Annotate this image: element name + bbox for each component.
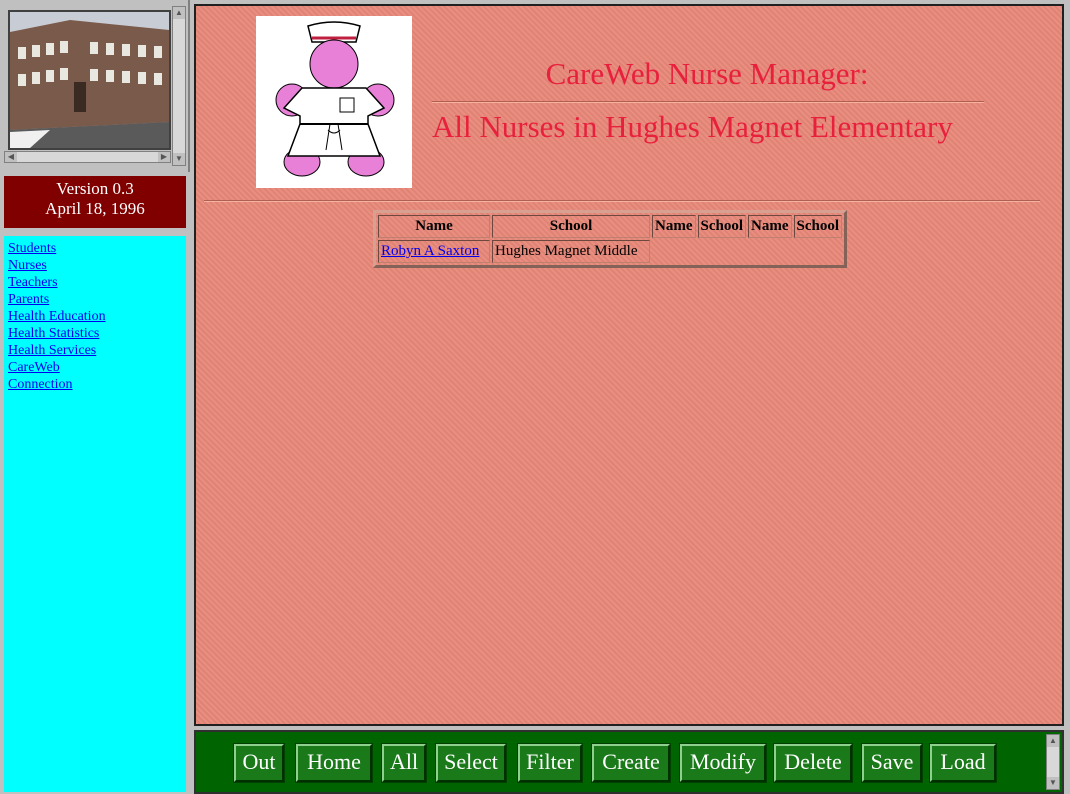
title-divider	[432, 101, 984, 103]
column-header-school-2: School	[697, 215, 747, 238]
all-button[interactable]: All	[381, 743, 427, 783]
nurse-name-cell: Robyn A Saxton	[378, 240, 490, 263]
filter-button[interactable]: Filter	[517, 743, 583, 783]
column-header-school: School	[492, 215, 650, 238]
load-button[interactable]: Load	[929, 743, 997, 783]
nav-link-teachers[interactable]: Teachers	[8, 274, 182, 291]
navigation-frame: Students Nurses Teachers Parents Health …	[4, 236, 186, 792]
out-button[interactable]: Out	[233, 743, 285, 783]
photo-vertical-scrollbar[interactable]: ▲ ▼	[172, 6, 186, 166]
nav-link-connection[interactable]: Connection	[8, 376, 182, 393]
nav-link-health-services[interactable]: Health Services	[8, 342, 182, 359]
photo-frame: ▲ ▼ ◀ ▶	[0, 0, 190, 172]
school-building-icon	[10, 12, 169, 148]
page-subtitle: All Nurses in Hughes Magnet Elementary	[432, 109, 953, 144]
nurse-figure-icon	[275, 21, 395, 177]
toolbar-frame: Out Home All Select Filter Create Modify…	[194, 730, 1064, 794]
table-row: Robyn A Saxton Hughes Magnet Middle	[378, 240, 842, 263]
save-button[interactable]: Save	[861, 743, 923, 783]
empty-cell	[748, 240, 792, 263]
column-header-name-2: Name	[652, 215, 696, 238]
scroll-up-arrow-icon[interactable]: ▲	[1047, 735, 1059, 747]
nav-link-students[interactable]: Students	[8, 240, 182, 257]
column-header-school-3: School	[793, 215, 843, 238]
scroll-left-arrow-icon[interactable]: ◀	[5, 152, 17, 162]
version-frame: Version 0.3 April 18, 1996	[4, 176, 186, 228]
horizontal-rule	[204, 200, 1040, 202]
version-date: April 18, 1996	[45, 199, 145, 218]
column-header-name: Name	[378, 215, 490, 238]
scroll-up-arrow-icon[interactable]: ▲	[173, 7, 185, 19]
scroll-right-arrow-icon[interactable]: ▶	[158, 152, 170, 162]
page-title: CareWeb Nurse Manager:	[545, 56, 869, 91]
nav-link-parents[interactable]: Parents	[8, 291, 182, 308]
nav-link-careweb[interactable]: CareWeb	[8, 359, 182, 376]
nurse-name-link[interactable]: Robyn A Saxton	[381, 243, 479, 259]
table-header-row: Name School Name School Name School	[378, 215, 843, 238]
nurse-school-cell: Hughes Magnet Middle	[492, 240, 650, 263]
modify-button[interactable]: Modify	[679, 743, 767, 783]
empty-cell	[794, 240, 843, 263]
nav-link-nurses[interactable]: Nurses	[8, 257, 182, 274]
empty-cell	[652, 240, 696, 263]
nav-link-health-education[interactable]: Health Education	[8, 308, 182, 325]
toolbar-vertical-scrollbar[interactable]: ▲ ▼	[1046, 734, 1060, 790]
home-button[interactable]: Home	[295, 743, 373, 783]
scroll-down-arrow-icon[interactable]: ▼	[173, 153, 185, 165]
select-button[interactable]: Select	[435, 743, 507, 783]
create-button[interactable]: Create	[591, 743, 671, 783]
delete-button[interactable]: Delete	[773, 743, 853, 783]
column-header-name-3: Name	[748, 215, 792, 238]
nurse-logo	[256, 16, 412, 188]
nurses-table: Name School Name School Name School Roby…	[373, 210, 848, 268]
school-building-photo	[8, 10, 171, 150]
empty-cell	[698, 240, 747, 263]
main-content-frame: CareWeb Nurse Manager: All Nurses in Hug…	[194, 4, 1064, 726]
nav-link-health-statistics[interactable]: Health Statistics	[8, 325, 182, 342]
photo-horizontal-scrollbar[interactable]: ◀ ▶	[4, 151, 171, 163]
scroll-down-arrow-icon[interactable]: ▼	[1047, 777, 1059, 789]
version-label: Version 0.3	[56, 179, 134, 198]
